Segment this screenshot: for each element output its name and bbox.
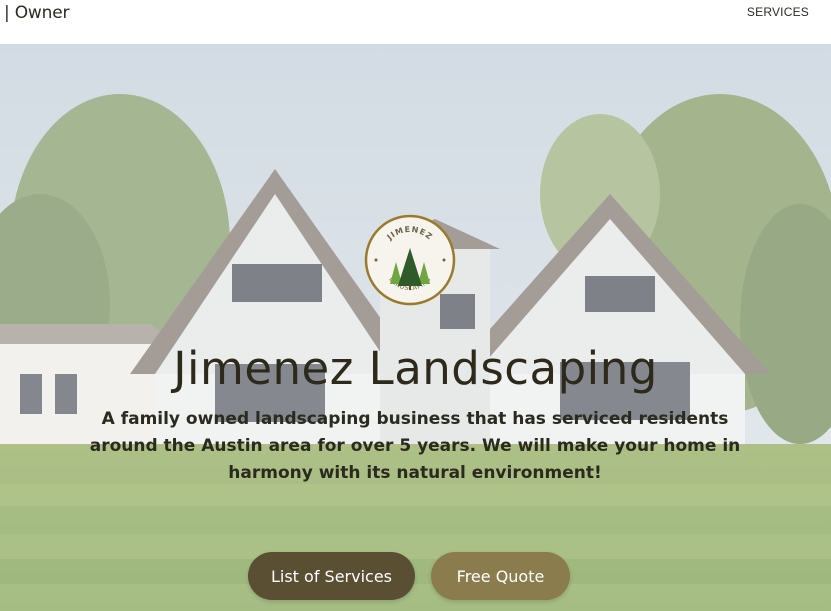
free-quote-button[interactable]: Free Quote [431,552,570,600]
company-logo: JIMENEZ LANDSCAPING [364,214,456,306]
hero-overlay [0,44,831,611]
hero-tagline: A family owned landscaping business that… [89,409,741,483]
hero-section: JIMENEZ LANDSCAPING Jimenez Landscaping … [0,44,831,611]
nav-link-services[interactable]: SERVICES [747,5,809,19]
list-of-services-button[interactable]: List of Services [248,552,415,600]
brand-text[interactable]: | Owner [4,3,69,23]
hero-headline: Jimenez Landscaping [173,342,658,395]
top-navigation-bar: | Owner SERVICES [0,0,831,44]
